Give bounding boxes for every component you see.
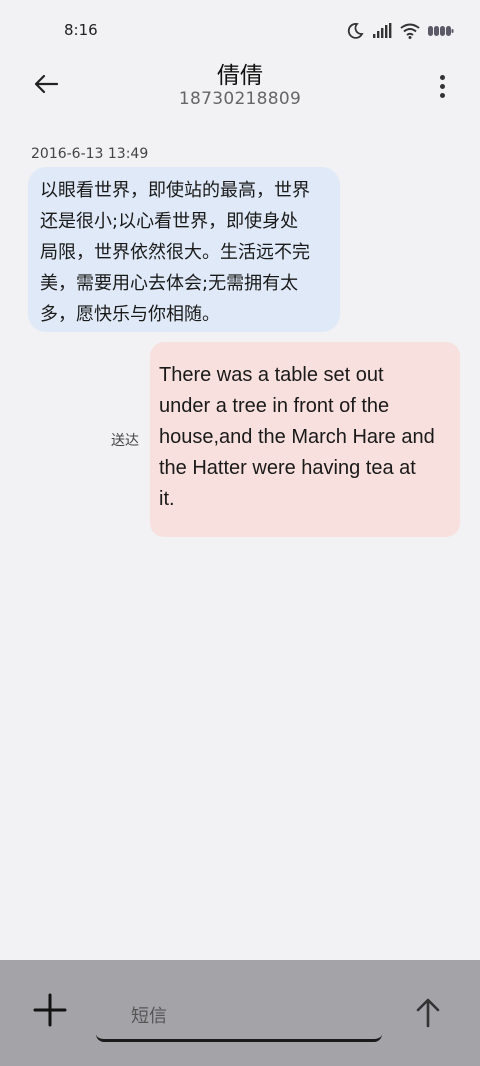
plus-icon (33, 993, 67, 1027)
more-options-button[interactable] (432, 66, 452, 106)
message-line: house,and the March Hare and (159, 426, 435, 448)
send-button[interactable] (410, 994, 446, 1030)
message-line: There was a table set out (159, 364, 384, 386)
message-line: 局限，世界依然很大。生活远不完 (40, 242, 310, 263)
more-vert-icon (439, 74, 445, 80)
message-line: 还是很小;以心看世界，即使身处 (40, 211, 299, 232)
message-input-placeholder: 短信 (131, 1006, 167, 1027)
message-timestamp: 2016-6-13 13:49 (31, 146, 149, 162)
message-input[interactable]: 短信 (96, 984, 382, 1042)
compose-bar: 短信 (0, 960, 480, 1066)
contact-number: 18730218809 (178, 89, 302, 109)
battery-icon (428, 25, 454, 37)
message-line: 美，需要用心去体会;无需拥有太 (40, 273, 299, 294)
moon-icon (346, 22, 364, 40)
add-attachment-button[interactable] (30, 990, 70, 1030)
outgoing-message-bubble[interactable]: There was a table set out under a tree i… (150, 342, 460, 537)
arrow-up-icon (416, 998, 440, 1028)
wifi-icon (400, 23, 420, 39)
status-icons (346, 20, 454, 42)
delivery-status: 送达 (111, 433, 139, 449)
status-time: 8:16 (64, 21, 98, 39)
message-line: 以眼看世界，即使站的最高，世界 (40, 180, 310, 201)
conversation-screen: 8:16 倩倩 18730218809 2016-6-13 13:49 以眼看世… (0, 0, 480, 1066)
contact-name: 倩倩 (217, 63, 263, 89)
signal-icon (372, 23, 392, 39)
message-line: 多，愿快乐与你相随。 (40, 304, 220, 325)
message-line: it. (159, 488, 175, 510)
message-line: the Hatter were having tea at (159, 457, 416, 479)
conversation-header: 倩倩 18730218809 (0, 50, 480, 120)
message-line: under a tree in front of the (159, 395, 390, 417)
incoming-message-bubble[interactable]: 以眼看世界，即使站的最高，世界 还是很小;以心看世界，即使身处 局限，世界依然很… (28, 167, 340, 332)
